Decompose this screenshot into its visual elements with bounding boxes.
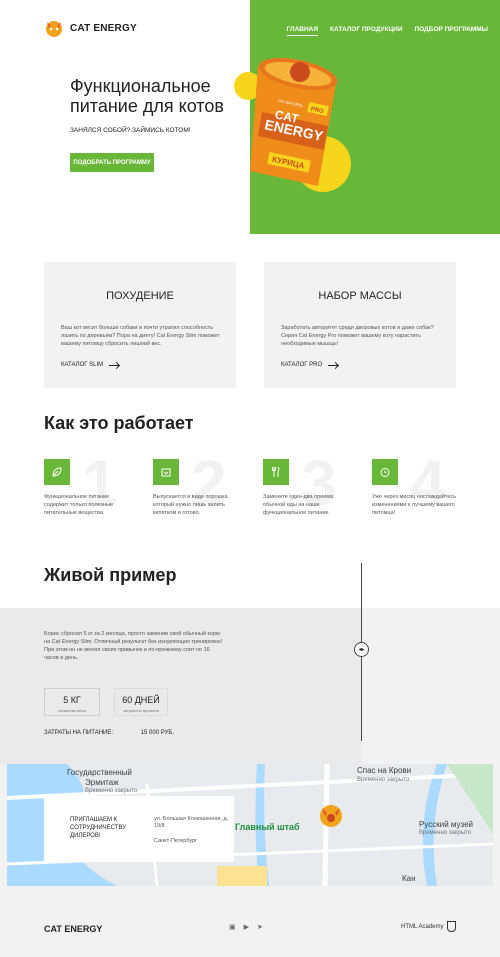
nav-item-catalog[interactable]: КАТАЛОГ ПРОДУКЦИИ [330, 26, 402, 36]
stat-label: снижение веса [58, 708, 86, 713]
catalog-slim-link[interactable]: КАТАЛОГ SLIM [61, 362, 120, 368]
dealer-invite-title: ПРИГЛАШАЕМ К СОТРУДНИЧЕСТВУ ДИЛЕРОВ! [70, 817, 127, 839]
live-example-text: Борис сбросил 5 кг за 2 месяца, просто з… [44, 631, 223, 661]
map-label: Кан [402, 874, 416, 883]
program-title: НАБОР МАССЫ [318, 290, 402, 302]
stat-value: 60 ДНЕЙ [122, 695, 160, 705]
map-label: Эрмитаж [85, 778, 119, 787]
nav-item-program[interactable]: ПОДБОР ПРОГРАММЫ [415, 26, 488, 36]
vk-icon[interactable]: ▣ [229, 923, 236, 931]
footer-logo[interactable]: CAT ENERGY [44, 924, 102, 934]
step-item: 1 Функциональное питание содержит только… [44, 451, 154, 537]
program-title: ПОХУДЕНИЕ [106, 290, 174, 302]
map-label: Временно закрыто [85, 788, 138, 794]
stat-days: 60 ДНЕЙ затрачено времени [114, 688, 168, 716]
social-links: ▣ ▶ ➤ [229, 923, 263, 931]
program-text: Заработать авторитет среди дворовых кото… [281, 325, 434, 347]
leaf-icon [44, 459, 70, 485]
dealer-city: Санкт-Петербург [154, 838, 198, 844]
program-link-label: КАТАЛОГ PRO [281, 362, 323, 368]
nav-item-home[interactable]: ГЛАВНАЯ [286, 26, 319, 36]
telegram-icon[interactable]: ➤ [257, 923, 263, 931]
step-text: Замените один-два приема обычной еды на … [263, 494, 334, 516]
clock-icon [372, 459, 398, 485]
step-item: 3 Замените один-два приема обычной еды н… [263, 451, 373, 537]
stat-value: 5 КГ [63, 695, 81, 705]
program-card-slim: ПОХУДЕНИЕ Ваш кот весит больше собаки и … [44, 262, 236, 388]
hero-subtitle: ЗАНЯЛСЯ СОБОЙ? ЗАЙМИСЬ КОТОМ! [70, 127, 191, 134]
drag-arrows-icon: ◂▸ [358, 647, 365, 653]
step-text: Уже через месяц наслаждайтесь изменениям… [372, 494, 457, 516]
map-label: Русский музей [419, 820, 473, 829]
logo-text: CAT ENERGY [70, 22, 137, 34]
cutlery-icon [263, 459, 289, 485]
html-academy-link[interactable]: HTML Academy [401, 924, 443, 930]
cost-label: ЗАТРАТЫ НА ПИТАНИЕ: [44, 730, 114, 736]
hero-section: CAT ENERGY ГЛАВНАЯ КАТАЛОГ ПРОДУКЦИИ ПОД… [0, 0, 500, 234]
main-nav: ГЛАВНАЯ КАТАЛОГ ПРОДУКЦИИ ПОДБОР ПРОГРАМ… [286, 26, 488, 36]
step-text: Функциональное питание содержит только п… [44, 494, 114, 516]
arrow-right-icon [328, 364, 339, 366]
map-label: Временно закрыто [357, 777, 410, 783]
program-link-label: КАТАЛОГ SLIM [61, 362, 104, 368]
comparison-slider-handle[interactable]: ◂▸ [354, 642, 369, 657]
stat-weight: 5 КГ снижение веса [44, 688, 100, 716]
footer [0, 886, 500, 957]
live-example-title: Живой пример [44, 565, 177, 585]
step-text: Выпускается в виде порошка, который нужн… [153, 494, 230, 516]
map-label: Временно закрыто [419, 830, 472, 836]
product-can-image: ENERGY CAT PRO КУРИЦА 0% NATURAL [234, 57, 351, 192]
program-card-pro: НАБОР МАССЫ Заработать авторитет среди д… [264, 262, 456, 388]
hero-title: Функциональное питание для котов [70, 76, 224, 116]
choose-program-button[interactable]: ПОДОБРАТЬ ПРОГРАММУ [70, 153, 154, 172]
step-item: 2 Выпускается в виде порошка, который ну… [153, 451, 263, 537]
package-icon [153, 459, 179, 485]
academy-shield-icon [447, 921, 456, 932]
map-label: Главный штаб [235, 822, 300, 832]
how-it-works-title: Как это работает [44, 413, 194, 433]
map-label: Спас на Крови [357, 766, 412, 775]
program-text: Ваш кот весит больше собаки и почти утра… [61, 325, 220, 347]
map-pin-icon [320, 805, 342, 827]
step-item: 4 Уже через месяц наслаждайтесь изменени… [372, 451, 482, 537]
map-label: Государственный [67, 768, 132, 777]
dealer-card: ПРИГЛАШАЕМ К СОТРУДНИЧЕСТВУ ДИЛЕРОВ! ул.… [44, 796, 234, 862]
catalog-pro-link[interactable]: КАТАЛОГ PRO [281, 362, 339, 368]
after-photo-area [361, 608, 500, 764]
stat-label: затрачено времени [122, 708, 159, 713]
arrow-right-icon [109, 364, 120, 366]
dealer-address: ул. Большая Конюшенная, д. 19/8 [154, 816, 229, 829]
food-cost: ЗАТРАТЫ НА ПИТАНИЕ: 15 000 РУБ. [44, 730, 174, 736]
cost-value: 15 000 РУБ. [140, 730, 174, 736]
site-logo[interactable]: CAT ENERGY [44, 18, 137, 38]
cat-logo-icon [46, 21, 62, 37]
youtube-icon[interactable]: ▶ [244, 923, 249, 931]
